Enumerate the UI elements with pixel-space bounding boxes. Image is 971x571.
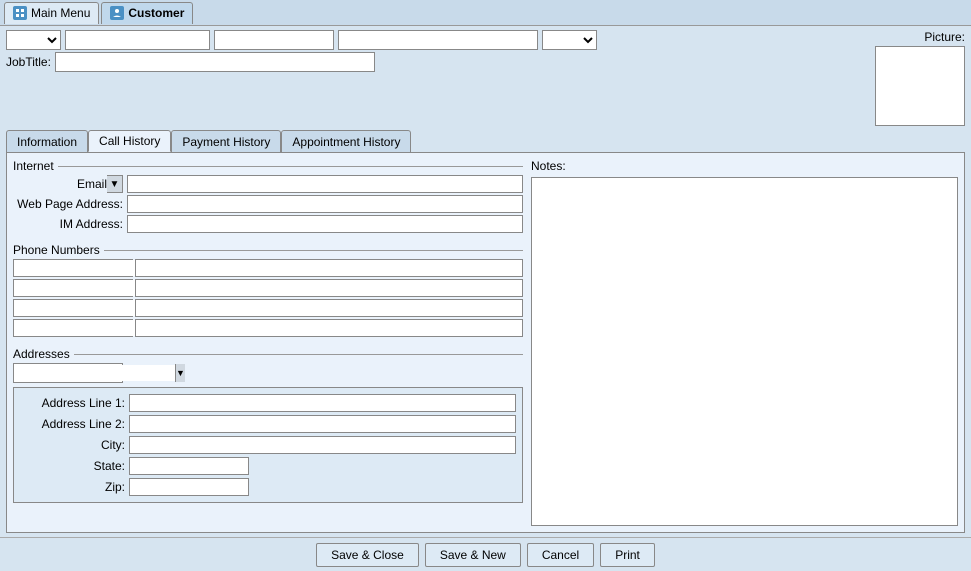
picture-area: Picture: bbox=[875, 30, 965, 126]
tab-main-menu-label: Main Menu bbox=[31, 6, 90, 20]
phone-num-input-4[interactable] bbox=[135, 319, 523, 337]
notes-label: Notes: bbox=[531, 159, 958, 173]
zip-input[interactable] bbox=[129, 478, 249, 496]
tab-main-menu[interactable]: Main Menu bbox=[4, 2, 99, 24]
name-fields: Mr. Ms. Dr. Jr. Sr. III JobTitle: bbox=[6, 30, 871, 72]
tab-panel: Internet Email ▼ Web Page Address: bbox=[6, 152, 965, 533]
address-line2-row: Address Line 2: bbox=[20, 415, 516, 433]
im-row: IM Address: bbox=[13, 215, 523, 233]
title-prefix-select[interactable]: Mr. Ms. Dr. bbox=[6, 30, 61, 50]
phone-type-box-4: ▼ bbox=[13, 319, 133, 337]
internet-section-header: Internet bbox=[13, 159, 523, 173]
zip-label: Zip: bbox=[20, 480, 125, 494]
internet-section: Internet Email ▼ Web Page Address: bbox=[13, 159, 523, 235]
tab-information[interactable]: Information bbox=[6, 130, 88, 152]
email-combo: Email ▼ bbox=[13, 175, 123, 193]
jobtitle-row: JobTitle: bbox=[6, 52, 871, 72]
state-label: State: bbox=[20, 459, 125, 473]
grid-icon bbox=[13, 6, 27, 20]
phone-section: Phone Numbers ▼ ▼ bbox=[13, 243, 523, 339]
print-button[interactable]: Print bbox=[600, 543, 655, 567]
addresses-section: Addresses Business ▼ Address Line 1: Add… bbox=[13, 347, 523, 503]
phone-type-box-2: ▼ bbox=[13, 279, 133, 297]
phone-row-1: ▼ bbox=[13, 259, 523, 277]
top-row: Mr. Ms. Dr. Jr. Sr. III JobTitle: bbox=[6, 30, 965, 126]
phone-type-box-1: ▼ bbox=[13, 259, 133, 277]
address-line1-input[interactable] bbox=[129, 394, 516, 412]
zip-row: Zip: bbox=[20, 478, 516, 496]
tab-appointment-history[interactable]: Appointment History bbox=[281, 130, 411, 152]
address-line1-label: Address Line 1: bbox=[20, 396, 125, 410]
form-container: Mr. Ms. Dr. Jr. Sr. III JobTitle: bbox=[0, 26, 971, 537]
phone-row-3: ▼ bbox=[13, 299, 523, 317]
phone-num-input-1[interactable] bbox=[135, 259, 523, 277]
tab-right-column: Notes: bbox=[531, 159, 958, 526]
title-bar: Main Menu Customer bbox=[0, 0, 971, 26]
address-type-select: Business ▼ bbox=[13, 363, 123, 383]
save-new-button[interactable]: Save & New bbox=[425, 543, 521, 567]
cancel-button[interactable]: Cancel bbox=[527, 543, 594, 567]
state-row: State: bbox=[20, 457, 516, 475]
jobtitle-input[interactable] bbox=[55, 52, 375, 72]
state-input[interactable] bbox=[129, 457, 249, 475]
tab-call-history[interactable]: Call History bbox=[88, 130, 171, 152]
tab-customer[interactable]: Customer bbox=[101, 2, 193, 24]
suffix-select[interactable]: Jr. Sr. III bbox=[542, 30, 597, 50]
email-type-dropdown[interactable]: ▼ bbox=[107, 175, 123, 193]
notes-textarea[interactable] bbox=[531, 177, 958, 526]
picture-box bbox=[875, 46, 965, 126]
address-line2-input[interactable] bbox=[129, 415, 516, 433]
phone-num-input-3[interactable] bbox=[135, 299, 523, 317]
tab-payment-history[interactable]: Payment History bbox=[171, 130, 281, 152]
phone-section-header: Phone Numbers bbox=[13, 243, 523, 257]
phone-row-4: ▼ bbox=[13, 319, 523, 337]
email-label-area: Email ▼ bbox=[13, 175, 123, 193]
picture-label: Picture: bbox=[924, 30, 965, 44]
tabs-bar: Information Call History Payment History… bbox=[6, 130, 965, 152]
addresses-section-header: Addresses bbox=[13, 347, 523, 361]
webpage-row: Web Page Address: bbox=[13, 195, 523, 213]
email-row: Email ▼ bbox=[13, 175, 523, 193]
middle-name-input[interactable] bbox=[214, 30, 334, 50]
address-line1-row: Address Line 1: bbox=[20, 394, 516, 412]
im-input[interactable] bbox=[127, 215, 523, 233]
name-row: Mr. Ms. Dr. Jr. Sr. III bbox=[6, 30, 871, 50]
email-input[interactable] bbox=[127, 175, 523, 193]
webpage-input[interactable] bbox=[127, 195, 523, 213]
first-name-input[interactable] bbox=[65, 30, 210, 50]
address-line2-label: Address Line 2: bbox=[20, 417, 125, 431]
city-input[interactable] bbox=[129, 436, 516, 454]
phone-num-input-2[interactable] bbox=[135, 279, 523, 297]
phone-type-box-3: ▼ bbox=[13, 299, 133, 317]
tab-left-column: Internet Email ▼ Web Page Address: bbox=[13, 159, 523, 526]
tab-customer-label: Customer bbox=[128, 6, 184, 20]
phone-row-2: ▼ bbox=[13, 279, 523, 297]
address-type-text[interactable]: Business bbox=[14, 365, 175, 381]
address-type-row: Business ▼ bbox=[13, 363, 523, 383]
save-close-button[interactable]: Save & Close bbox=[316, 543, 419, 567]
bottom-bar: Save & Close Save & New Cancel Print bbox=[0, 537, 971, 571]
im-label: IM Address: bbox=[13, 217, 123, 231]
address-fields-box: Address Line 1: Address Line 2: City: St… bbox=[13, 387, 523, 503]
city-row: City: bbox=[20, 436, 516, 454]
webpage-label: Web Page Address: bbox=[13, 197, 123, 211]
last-name-input[interactable] bbox=[338, 30, 538, 50]
email-label: Email bbox=[77, 177, 107, 191]
person-icon bbox=[110, 6, 124, 20]
jobtitle-label: JobTitle: bbox=[6, 55, 51, 69]
city-label: City: bbox=[20, 438, 125, 452]
address-type-dropdown[interactable]: ▼ bbox=[175, 364, 185, 382]
